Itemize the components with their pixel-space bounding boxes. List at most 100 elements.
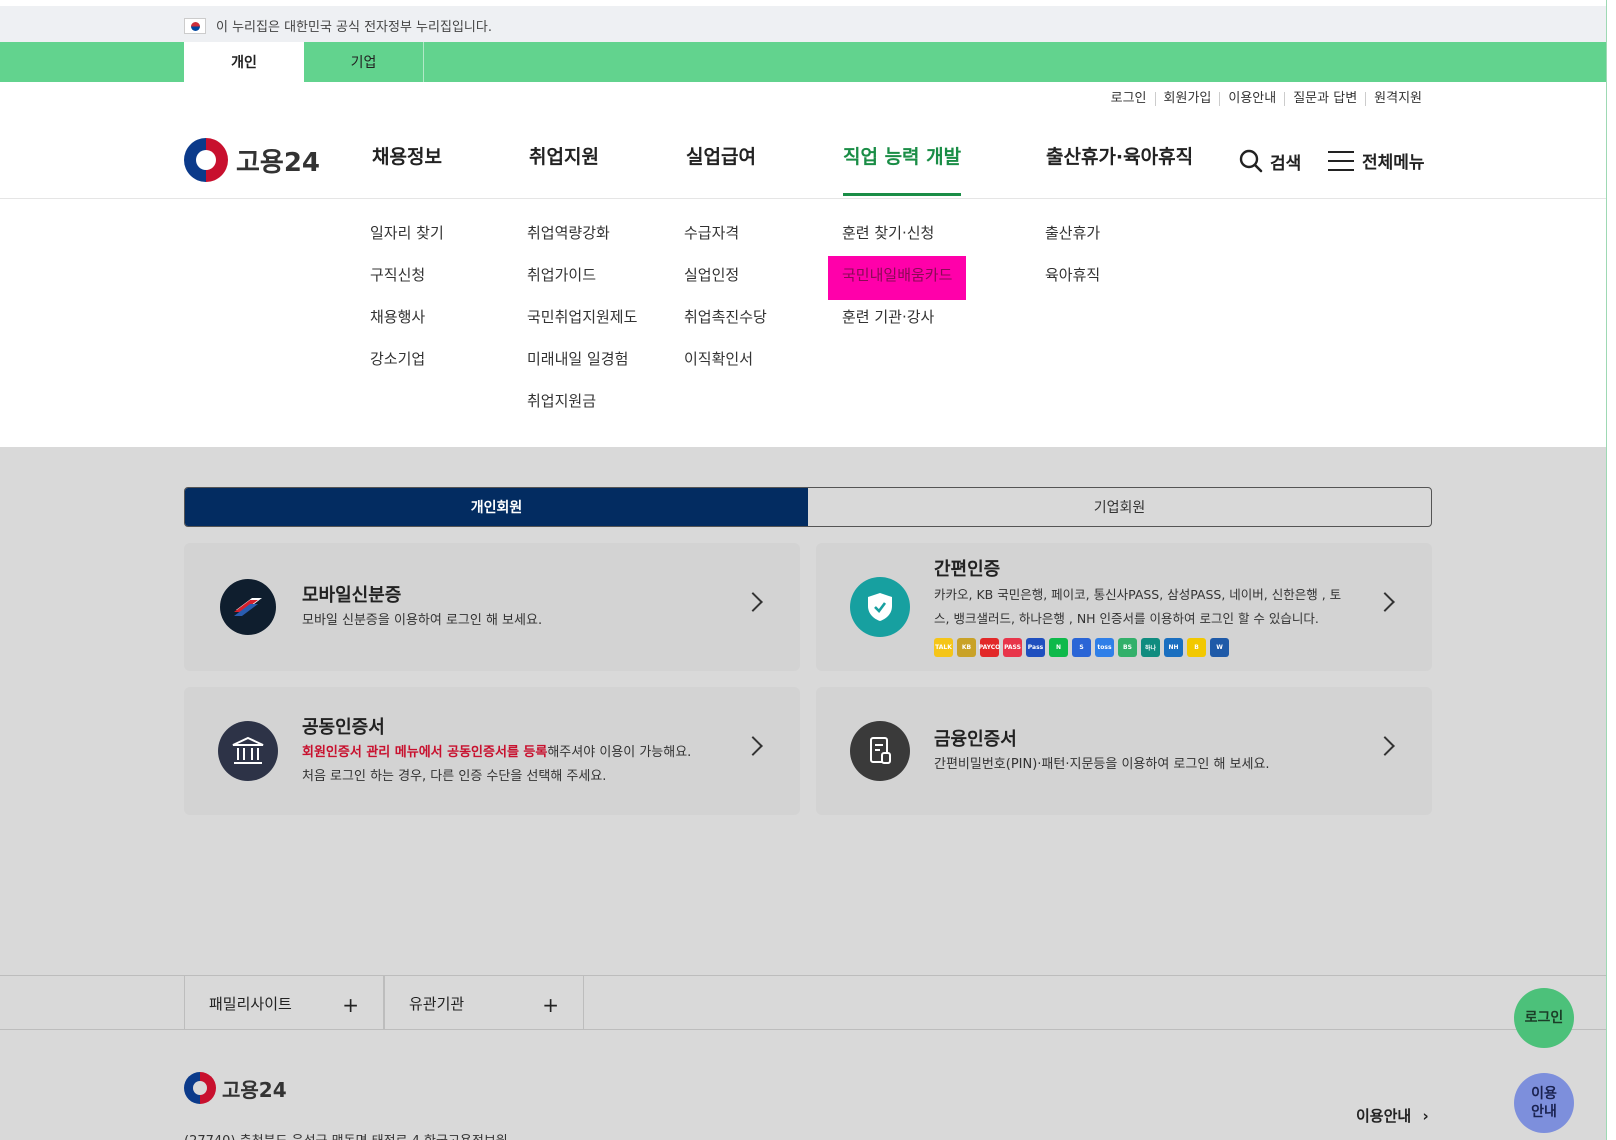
submenu-item[interactable]: 실업인정 <box>684 264 767 306</box>
banksalad-icon: BS <box>1118 638 1137 657</box>
site-header: 로그인 회원가입 이용안내 질문과 답변 원격지원 고용24 채용정보 취업지원… <box>0 82 1606 447</box>
footer-logo[interactable]: 고용24 <box>184 1072 287 1104</box>
search-icon <box>1239 149 1263 173</box>
utility-guide-link[interactable]: 이용안내 <box>1219 92 1284 106</box>
utility-remote-link[interactable]: 원격지원 <box>1365 92 1430 106</box>
chevron-right-icon <box>1375 592 1395 612</box>
search-button[interactable]: 검색 <box>1238 148 1301 174</box>
taegeuk-logo-icon <box>184 138 228 182</box>
submenu-employment: 취업역량강화 취업가이드 국민취업지원제도 미래내일 일경험 취업지원금 <box>527 222 637 432</box>
submenu-recruit: 일자리 찾기 구직신청 채용행사 강소기업 <box>370 222 444 390</box>
simple-auth-card[interactable]: 간편인증 카카오, KB 국민은행, 페이코, 통신사PASS, 삼성PASS,… <box>816 543 1432 671</box>
submenu-item[interactable]: 채용행사 <box>370 306 444 348</box>
submenu-item[interactable]: 일자리 찾기 <box>370 222 444 264</box>
utility-qna-link[interactable]: 질문과 답변 <box>1284 92 1365 106</box>
family-site-dropdown[interactable]: 패밀리사이트 + <box>184 976 384 1030</box>
submenu-item[interactable]: 국민취업지원제도 <box>527 306 637 348</box>
mobile-id-icon <box>220 579 276 635</box>
search-label: 검색 <box>1270 153 1302 174</box>
phone-document-icon <box>850 721 910 781</box>
woori-icon: W <box>1210 638 1229 657</box>
all-menu-label: 전체메뉴 <box>1362 153 1425 173</box>
hamburger-icon <box>1328 150 1354 171</box>
submenu-parental: 출산휴가 육아휴직 <box>1045 222 1100 306</box>
footer-address: (27740) 충청북도 음성군 맹동면 태정로 4 한국고용정보원 <box>184 1130 508 1140</box>
submenu-item[interactable]: 수급자격 <box>684 222 767 264</box>
chevron-right-icon <box>1375 736 1395 756</box>
scrollbar-track[interactable] <box>1606 0 1616 1140</box>
submenu-item[interactable]: 강소기업 <box>370 348 444 390</box>
tab-personal[interactable]: 개인 <box>184 42 304 82</box>
footer-guide-link[interactable]: 이용안내 › <box>1356 1105 1429 1126</box>
submenu-item-highlighted[interactable]: 국민내일배움카드 <box>828 256 967 300</box>
footer-logo-text: 고용24 <box>222 1077 287 1102</box>
footer-guide-label: 이용안내 <box>1356 1107 1412 1125</box>
mobile-id-card[interactable]: 모바일신분증 모바일 신분증을 이용하여 로그인 해 보세요. <box>184 543 800 671</box>
submenu-item[interactable]: 육아휴직 <box>1045 264 1100 306</box>
submenu-item[interactable]: 이직확인서 <box>684 348 767 390</box>
gnb-unemployment-benefit[interactable]: 실업급여 <box>686 142 756 196</box>
tab-business-member[interactable]: 기업회원 <box>808 488 1431 526</box>
b-icon: B <box>1187 638 1206 657</box>
floating-login-button[interactable]: 로그인 <box>1514 988 1574 1048</box>
chevron-right-icon <box>743 592 763 612</box>
utility-links: 로그인 회원가입 이용안내 질문과 답변 원격지원 <box>1103 92 1430 106</box>
gnb-parental-leave[interactable]: 출산휴가·육아휴직 <box>1046 142 1193 196</box>
korea-flag-icon <box>184 17 206 34</box>
shield-check-icon <box>850 577 910 637</box>
card-description: 간편비밀번호(PIN)·패턴·지문등을 이용하여 로그인 해 보세요. <box>934 757 1270 772</box>
utility-signup-link[interactable]: 회원가입 <box>1154 92 1220 106</box>
register-cert-notice: 회원인증서 관리 메뉴에서 공동인증서를 등록 <box>302 745 548 760</box>
submenu-item[interactable]: 출산휴가 <box>1045 222 1100 264</box>
tab-personal-member[interactable]: 개인회원 <box>185 488 808 526</box>
kb-bank-icon: KB <box>957 638 976 657</box>
submenu-item[interactable]: 취업가이드 <box>527 264 637 306</box>
gnb-employment-support[interactable]: 취업지원 <box>529 142 599 196</box>
financial-cert-card[interactable]: 금융인증서 간편비밀번호(PIN)·패턴·지문등을 이용하여 로그인 해 보세요… <box>816 687 1432 815</box>
all-menu-button[interactable]: 전체메뉴 <box>1328 148 1425 173</box>
family-site-label: 패밀리사이트 <box>209 994 292 1013</box>
chevron-right-icon: › <box>1422 1107 1429 1125</box>
pass-icon: PASS <box>1003 638 1022 657</box>
plus-icon: + <box>542 993 559 1017</box>
submenu-vocational: 훈련 찾기·신청 국민내일배움카드 훈련 기관·강사 <box>828 222 967 348</box>
kakao-talk-icon: TALK <box>934 638 953 657</box>
site-logo[interactable]: 고용24 <box>184 138 320 182</box>
footer-links-bar: 패밀리사이트 + 유관기관 + <box>0 975 1606 1030</box>
joint-cert-card[interactable]: 공동인증서 회원인증서 관리 메뉴에서 공동인증서를 등록해주셔야 이용이 가능… <box>184 687 800 815</box>
submenu-item[interactable]: 구직신청 <box>370 264 444 306</box>
card-description: 모바일 신분증을 이용하여 로그인 해 보세요. <box>302 613 543 628</box>
card-title: 금융인증서 <box>934 729 1017 750</box>
samsung-pass-icon: Pass <box>1026 638 1045 657</box>
card-description-rest: 해주셔야 이용이 가능해요. <box>547 745 692 760</box>
bank-building-icon <box>218 721 278 781</box>
gov-banner: 이 누리집은 대한민국 공식 전자정부 누리집입니다. <box>0 0 1606 42</box>
taegeuk-logo-icon <box>184 1072 216 1104</box>
plus-icon: + <box>342 993 359 1017</box>
payco-icon: PAYCO <box>979 638 1000 657</box>
gnb-recruit-info[interactable]: 채용정보 <box>372 142 442 196</box>
submenu-item[interactable]: 취업지원금 <box>527 390 637 432</box>
floating-guide-button[interactable]: 이용 안내 <box>1514 1073 1574 1133</box>
tab-business[interactable]: 기업 <box>304 42 424 82</box>
logo-text: 고용24 <box>236 147 321 178</box>
submenu-item[interactable]: 취업촉진수당 <box>684 306 767 348</box>
user-type-bar: 개인 기업 <box>0 42 1606 82</box>
auth-provider-badges: TALK KB PAYCO PASS Pass N S toss BS 하나 N… <box>934 638 1229 657</box>
submenu-item[interactable]: 취업역량강화 <box>527 222 637 264</box>
naver-icon: N <box>1049 638 1068 657</box>
card-description: 카카오, KB 국민은행, 페이코, 통신사PASS, 삼성PASS, 네이버,… <box>934 587 1342 626</box>
related-orgs-label: 유관기관 <box>409 994 465 1013</box>
chevron-right-icon <box>743 736 763 756</box>
submenu-item[interactable]: 미래내일 일경험 <box>527 348 637 390</box>
member-type-tabs: 개인회원 기업회원 <box>184 487 1432 527</box>
related-orgs-dropdown[interactable]: 유관기관 + <box>384 976 584 1030</box>
submenu-unemployment: 수급자격 실업인정 취업촉진수당 이직확인서 <box>684 222 767 390</box>
card-description: 회원인증서 관리 메뉴에서 공동인증서를 등록해주셔야 이용이 가능해요. 처음… <box>302 741 742 789</box>
toss-icon: toss <box>1095 638 1114 657</box>
gnb-vocational-development[interactable]: 직업 능력 개발 <box>843 142 962 196</box>
shinhan-icon: S <box>1072 638 1091 657</box>
header-divider <box>0 198 1606 199</box>
utility-login-link[interactable]: 로그인 <box>1103 92 1155 106</box>
submenu-item[interactable]: 훈련 기관·강사 <box>842 306 966 348</box>
